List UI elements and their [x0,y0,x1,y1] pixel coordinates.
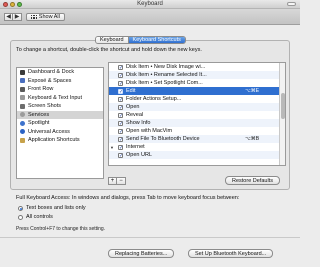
back-button[interactable]: ◀ [4,13,13,21]
shortcut-label: Disk Item • Rename Selected It... [126,72,207,78]
shortcut-row[interactable]: ✓ Open [109,103,285,111]
front-row-icon [20,86,25,92]
radio-label: All controls [26,214,53,220]
shortcut-row[interactable]: ✓ Disk Item • New Disk Image wi... [109,63,285,71]
scrollbar-thumb[interactable] [281,93,285,119]
category-label: Screen Shots [28,103,62,110]
category-label: Dashboard & Dock [28,69,75,76]
radio-label: Text boxes and lists only [26,205,86,211]
gear-icon [20,112,25,118]
set-up-bluetooth-keyboard-button[interactable]: Set Up Bluetooth Keyboard... [188,249,274,258]
toolbar: ◀ ▶ Show All [0,9,300,25]
universal-access-icon [20,129,25,135]
radio-button[interactable] [18,205,23,211]
radio-text-boxes-and-lists[interactable]: Text boxes and lists only [18,205,86,211]
spotlight-icon [20,120,25,126]
footer-divider [0,237,300,238]
shortcut-row[interactable]: ✓ Open URL [109,151,285,159]
category-item-screen-shots[interactable]: Screen Shots [17,102,103,111]
shortcut-label: Internet [126,144,145,150]
category-item-spotlight[interactable]: Spotlight [17,119,103,128]
shortcut-label: Reveal [126,112,144,118]
keyboard-access-hint: Press Control+F7 to change this setting. [16,226,106,232]
category-label: Spotlight [28,120,50,127]
show-all-label: Show All [38,14,60,20]
restore-defaults-button[interactable]: Restore Defaults [225,176,280,185]
enable-checkbox[interactable]: ✓ [118,96,123,102]
shortcut-label: Show Info [126,120,151,126]
category-item-dashboard-dock[interactable]: Dashboard & Dock [17,68,103,77]
remove-shortcut-button[interactable]: − [117,177,126,185]
shortcut-label: Send File To Bluetooth Device [126,136,200,142]
category-item-expose-spaces[interactable]: Exposé & Spaces [17,77,103,86]
add-shortcut-button[interactable]: + [108,177,117,185]
enable-checkbox[interactable]: ✓ [118,152,123,158]
tab-bar: Keyboard Keyboard Shortcuts [95,36,186,44]
category-item-services[interactable]: Services [17,110,103,119]
enable-checkbox[interactable]: ✓ [118,80,123,86]
show-all-button[interactable]: Show All [26,13,65,21]
shortcut-label: Open with MacVim [126,128,173,134]
grid-icon [31,14,37,20]
radio-all-controls[interactable]: All controls [18,214,53,220]
shortcut-row[interactable]: ✓ Reveal [109,111,285,119]
shortcut-row[interactable]: ✓ Show Info [109,119,285,127]
toolbar-toggle-button[interactable] [287,2,296,6]
expose-icon [20,78,25,84]
radio-button[interactable] [18,214,23,220]
category-item-front-row[interactable]: Front Row [17,85,103,94]
category-label: Universal Access [28,128,70,135]
category-item-keyboard-text-input[interactable]: Keyboard & Text Input [17,94,103,103]
screen-shots-icon [20,103,25,109]
dashboard-icon [20,69,25,75]
shortcut-row[interactable]: ✓ Open with MacVim [109,127,285,135]
shortcut-row-selected[interactable]: ✓ Edit ⌥⌘E [109,87,285,95]
full-keyboard-access-heading: Full Keyboard Access: In windows and dia… [16,195,240,201]
shortcut-list: ✓ Disk Item • New Disk Image wi... ✓ Dis… [108,62,286,166]
enable-checkbox[interactable]: ✓ [118,144,123,150]
shortcut-label: Folder Actions Setup... [126,96,182,102]
category-item-universal-access[interactable]: Universal Access [17,128,103,137]
replacing-batteries-button[interactable]: Replacing Batteries... [108,249,175,258]
application-shortcuts-icon [20,137,25,143]
instruction-text: To change a shortcut, double-click the s… [16,47,202,53]
shortcut-row[interactable]: ▼ ✓ Internet [109,143,285,151]
shortcut-row[interactable]: ✓ Disk Item • Set Spotlight Com... [109,79,285,87]
forward-button[interactable]: ▶ [13,13,22,21]
category-list: Dashboard & Dock Exposé & Spaces Front R… [16,67,104,179]
category-label: Exposé & Spaces [28,77,72,84]
category-label: Keyboard & Text Input [28,94,83,101]
enable-checkbox[interactable]: ✓ [118,136,123,142]
shortcut-row[interactable]: ✓ Folder Actions Setup... [109,95,285,103]
shortcut-label: Disk Item • Set Spotlight Com... [126,80,203,86]
category-label: Services [28,111,50,118]
enable-checkbox[interactable]: ✓ [118,128,123,134]
category-item-application-shortcuts[interactable]: Application Shortcuts [17,136,103,145]
enable-checkbox[interactable]: ✓ [118,120,123,126]
back-forward-control: ◀ ▶ [4,13,22,21]
title-bar: Keyboard [0,0,300,9]
shortcut-label: Open [126,104,140,110]
shortcut-label: Disk Item • New Disk Image wi... [126,64,206,70]
category-label: Front Row [28,86,54,93]
enable-checkbox[interactable]: ✓ [118,104,123,110]
disclosure-triangle-icon[interactable]: ▼ [109,145,115,150]
keyboard-icon [20,95,25,101]
shortcut-label: Open URL [126,152,152,158]
shortcut-list-scrollbar[interactable] [279,63,285,165]
enable-checkbox[interactable]: ✓ [118,112,123,118]
shortcut-row[interactable]: ✓ Send File To Bluetooth Device ⌥⌘B [109,135,285,143]
enable-checkbox[interactable]: ✓ [118,64,123,70]
enable-checkbox[interactable]: ✓ [118,72,123,78]
enable-checkbox[interactable]: ✓ [118,88,123,94]
tab-keyboard[interactable]: Keyboard [96,37,128,43]
shortcut-row[interactable]: ✓ Disk Item • Rename Selected It... [109,71,285,79]
shortcut-label: Edit [126,88,136,94]
tab-keyboard-shortcuts[interactable]: Keyboard Shortcuts [127,37,185,43]
category-label: Application Shortcuts [28,137,80,144]
add-remove-control: + − [108,177,126,185]
window-title: Keyboard [137,1,163,7]
